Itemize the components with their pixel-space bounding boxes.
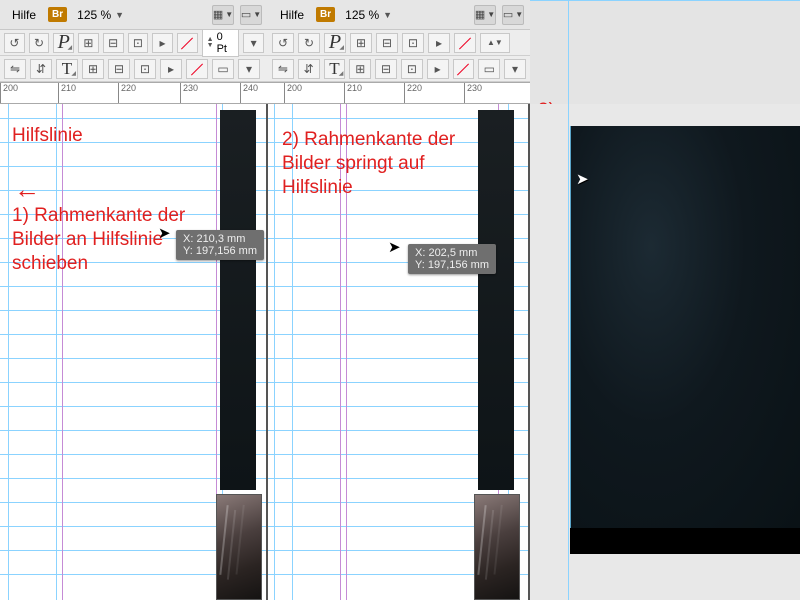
placed-image[interactable] bbox=[570, 126, 800, 528]
tool-dist-1-icon[interactable]: ⊞ bbox=[349, 59, 371, 79]
coordinate-tooltip: X: 202,5 mm Y: 197,156 mm bbox=[408, 244, 496, 274]
ruler-tick: 210 bbox=[344, 83, 362, 103]
tooltip-y: Y: 197,156 mm bbox=[183, 245, 257, 257]
guide-line[interactable] bbox=[530, 0, 800, 1]
tooltip-x: X: 210,3 mm bbox=[183, 233, 257, 245]
tool-more-icon[interactable]: ▾ bbox=[238, 59, 260, 79]
tooltip-x: X: 202,5 mm bbox=[415, 247, 489, 259]
document-canvas[interactable]: Hilfslinie ← 1) Rahmenkante der Bilder a… bbox=[0, 104, 268, 600]
cursor-icon: ➤ bbox=[576, 170, 589, 188]
bridge-badge[interactable]: Br bbox=[316, 7, 335, 22]
zoom-value: 125 % bbox=[345, 8, 379, 22]
tool-swatch-icon[interactable]: ▭ bbox=[212, 59, 234, 79]
tool-dist-1-icon[interactable]: ⊞ bbox=[82, 59, 104, 79]
toolbar-row-1: ↺ ↻ P◢ ⊞ ⊟ ⊡ ▸ ▲▼ 0 Pt ▾ bbox=[0, 30, 268, 56]
tooltip-y: Y: 197,156 mm bbox=[415, 259, 489, 271]
tool-dist-3-icon[interactable]: ⊡ bbox=[401, 59, 423, 79]
menu-help[interactable]: Hilfe bbox=[274, 6, 310, 24]
menu-bar: Hilfe Br 125 % ▼ ▦▼ ▭▼ bbox=[0, 0, 268, 30]
bridge-badge[interactable]: Br bbox=[48, 7, 67, 22]
no-stroke-icon bbox=[179, 35, 195, 51]
tool-dist-2-icon[interactable]: ⊟ bbox=[108, 59, 130, 79]
pasteboard-area: 3) bbox=[530, 0, 800, 104]
tool-flip-h-icon[interactable]: ⇋ bbox=[272, 59, 294, 79]
zoom-control[interactable]: 125 % ▼ bbox=[73, 8, 128, 22]
tool-fill-none[interactable] bbox=[186, 59, 208, 79]
toolbar-row-2: ⇋ ⇵ T◢ ⊞ ⊟ ⊡ ▸ ▭ ▾ bbox=[0, 56, 268, 82]
ruler-tick: 220 bbox=[118, 83, 136, 103]
horizontal-ruler[interactable]: 200 210 220 230 bbox=[268, 82, 530, 104]
tool-dist-3-icon[interactable]: ⊡ bbox=[134, 59, 156, 79]
tool-type[interactable]: T◢ bbox=[324, 59, 346, 79]
tool-rotate-cw-icon[interactable]: ↻ bbox=[29, 33, 50, 53]
tool-align-2-icon[interactable]: ⊟ bbox=[376, 33, 398, 53]
cursor-icon: ➤ bbox=[388, 238, 401, 256]
ruler-tick: 210 bbox=[58, 83, 76, 103]
tool-dist-2-icon[interactable]: ⊟ bbox=[375, 59, 397, 79]
tool-stroke-none[interactable] bbox=[177, 33, 198, 53]
annotation-step2: 2) Rahmenkante der Bilder springt auf Hi… bbox=[282, 128, 492, 199]
tool-type[interactable]: T◢ bbox=[56, 59, 78, 79]
image-thumbnail[interactable] bbox=[216, 494, 262, 600]
menu-bar: Hilfe Br 125 % ▼ ▦▼ ▭▼ bbox=[268, 0, 530, 30]
image-thumbnail[interactable] bbox=[474, 494, 520, 600]
tool-flip-v-icon[interactable]: ⇵ bbox=[298, 59, 320, 79]
screen-mode-button[interactable]: ▭▼ bbox=[240, 5, 262, 25]
horizontal-ruler[interactable]: 200 210 220 230 240 bbox=[0, 82, 268, 104]
coordinate-tooltip: X: 210,3 mm Y: 197,156 mm bbox=[176, 230, 264, 260]
tool-arrow2-icon[interactable]: ▸ bbox=[160, 59, 182, 79]
arrow-left-icon: ← bbox=[14, 174, 40, 205]
no-stroke-icon bbox=[457, 35, 473, 51]
ruler-tick: 200 bbox=[0, 83, 18, 103]
tool-fill-none[interactable] bbox=[453, 59, 475, 79]
menu-help[interactable]: Hilfe bbox=[6, 6, 42, 24]
tool-swatch-icon[interactable]: ▭ bbox=[478, 59, 500, 79]
ruler-tick: 230 bbox=[464, 83, 482, 103]
image-frame-edge[interactable] bbox=[220, 110, 256, 490]
image-frame-bottom bbox=[570, 528, 800, 554]
guide-line[interactable] bbox=[568, 104, 569, 600]
tool-align-2-icon[interactable]: ⊟ bbox=[103, 33, 124, 53]
annotation-guide-label: Hilfslinie bbox=[12, 124, 83, 148]
no-fill-icon bbox=[455, 61, 471, 77]
view-mode-button[interactable]: ▦▼ bbox=[474, 5, 496, 25]
tool-paragraph[interactable]: P◢ bbox=[324, 33, 346, 53]
tool-arrow-icon[interactable]: ▸ bbox=[428, 33, 450, 53]
tool-align-3-icon[interactable]: ⊡ bbox=[402, 33, 424, 53]
tool-flip-h-icon[interactable]: ⇋ bbox=[4, 59, 26, 79]
document-canvas[interactable]: ➤ bbox=[530, 104, 800, 600]
zoom-value: 125 % bbox=[77, 8, 111, 22]
document-canvas[interactable]: 2) Rahmenkante der Bilder springt auf Hi… bbox=[268, 104, 530, 600]
zoom-control[interactable]: 125 % ▼ bbox=[341, 8, 396, 22]
toolbar-row-2: ⇋ ⇵ T◢ ⊞ ⊟ ⊡ ▸ ▭ ▾ bbox=[268, 56, 530, 82]
tool-extra-icon[interactable]: ▾ bbox=[243, 33, 264, 53]
stroke-weight-value: 0 Pt bbox=[217, 31, 235, 55]
ruler-tick: 220 bbox=[404, 83, 422, 103]
tool-align-3-icon[interactable]: ⊡ bbox=[128, 33, 149, 53]
ruler-tick: 240 bbox=[240, 83, 258, 103]
tool-rotate-ccw-icon[interactable]: ↺ bbox=[272, 33, 294, 53]
tool-align-1-icon[interactable]: ⊞ bbox=[78, 33, 99, 53]
stepper-icon: ▲▼ bbox=[207, 37, 214, 49]
tool-paragraph[interactable]: P◢ bbox=[53, 33, 74, 53]
tool-align-1-icon[interactable]: ⊞ bbox=[350, 33, 372, 53]
tool-flip-v-icon[interactable]: ⇵ bbox=[30, 59, 52, 79]
view-mode-button[interactable]: ▦▼ bbox=[212, 5, 234, 25]
stroke-weight-field[interactable]: ▲▼ 0 Pt bbox=[202, 29, 240, 57]
stroke-weight-field[interactable]: ▲▼ bbox=[480, 33, 510, 53]
no-fill-icon bbox=[189, 61, 205, 77]
cursor-icon: ➤ bbox=[158, 224, 171, 242]
tool-arrow2-icon[interactable]: ▸ bbox=[427, 59, 449, 79]
ruler-tick: 200 bbox=[284, 83, 302, 103]
tool-stroke-none[interactable] bbox=[454, 33, 476, 53]
chevron-down-icon: ▼ bbox=[383, 10, 392, 20]
chevron-down-icon: ▼ bbox=[115, 10, 124, 20]
tool-rotate-ccw-icon[interactable]: ↺ bbox=[4, 33, 25, 53]
ruler-tick: 230 bbox=[180, 83, 198, 103]
screen-mode-button[interactable]: ▭▼ bbox=[502, 5, 524, 25]
toolbar-row-1: ↺ ↻ P◢ ⊞ ⊟ ⊡ ▸ ▲▼ bbox=[268, 30, 530, 56]
tool-more-icon[interactable]: ▾ bbox=[504, 59, 526, 79]
tool-rotate-cw-icon[interactable]: ↻ bbox=[298, 33, 320, 53]
tool-arrow-icon[interactable]: ▸ bbox=[152, 33, 173, 53]
